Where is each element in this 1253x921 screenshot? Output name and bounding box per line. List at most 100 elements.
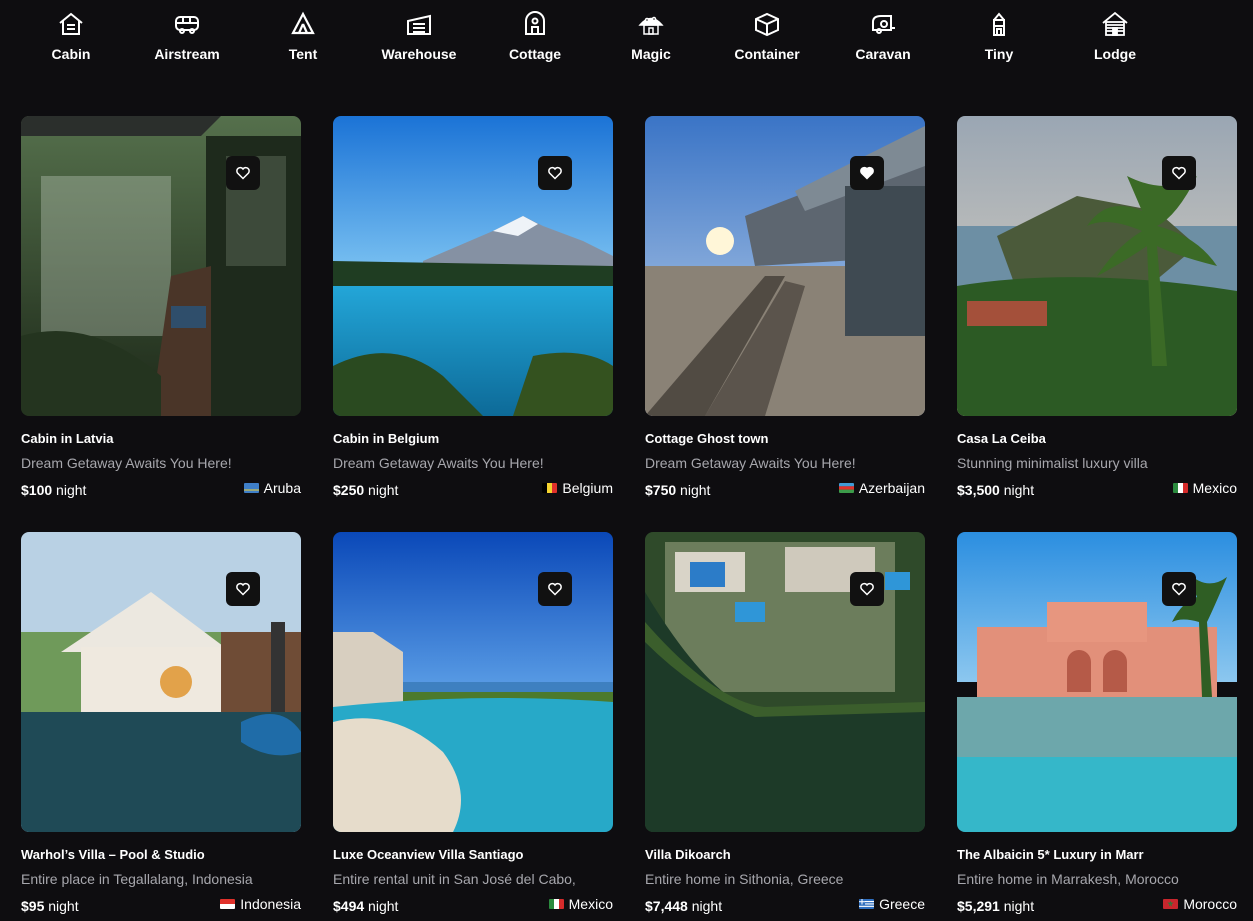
tent-icon	[287, 8, 319, 40]
category-label: Tent	[288, 46, 318, 62]
price-unit: night	[691, 898, 723, 914]
listing-subtitle: Entire place in Tegallalang, Indonesia	[21, 871, 253, 887]
favorite-button[interactable]	[850, 572, 884, 606]
price-unit: night	[368, 898, 399, 914]
country-name: Greece	[879, 896, 925, 912]
listing-price: $494 night	[333, 898, 398, 914]
listing-photo[interactable]	[957, 116, 1237, 416]
mexico-flag-icon	[548, 899, 564, 909]
listing-title[interactable]: Cottage Ghost town	[645, 431, 925, 446]
container-icon	[751, 8, 783, 40]
listing-price: $95 night	[21, 898, 79, 914]
cottage-icon	[519, 8, 551, 40]
listing-price: $250 night	[333, 482, 398, 498]
favorite-button[interactable]	[538, 156, 572, 190]
listing-photo[interactable]	[21, 532, 301, 832]
heart-filled-icon	[859, 165, 875, 181]
listing-photo[interactable]	[21, 116, 301, 416]
country-name: Morocco	[1183, 896, 1237, 912]
mexico-flag-icon	[1172, 483, 1188, 493]
listing-country: Aruba	[243, 480, 301, 496]
listing-price: $100 night	[21, 482, 86, 498]
category-cabin[interactable]: Cabin	[21, 8, 121, 68]
listing-country: Mexico	[548, 896, 613, 912]
favorite-button[interactable]	[1162, 572, 1196, 606]
category-label: Warehouse	[381, 46, 457, 62]
cabin-icon	[55, 8, 87, 40]
country-name: Azerbaijan	[858, 480, 925, 496]
listing-title[interactable]: The Albaicin 5* Luxury in Marr	[957, 847, 1237, 862]
country-name: Mexico	[568, 896, 613, 912]
listing-subtitle: Entire home in Marrakesh, Morocco	[957, 871, 1179, 887]
listing-card[interactable]: Cottage Ghost town Dream Getaway Awaits …	[645, 116, 925, 498]
price-unit: night	[56, 482, 87, 498]
listing-card[interactable]: Warhol’s Villa – Pool & Studio Entire pl…	[21, 532, 301, 914]
lodge-icon	[1099, 8, 1131, 40]
warehouse-icon	[403, 8, 435, 40]
price-value: $750	[645, 482, 677, 498]
heart-outline-icon	[235, 581, 251, 597]
favorite-button[interactable]	[538, 572, 572, 606]
listing-price: $750 night	[645, 482, 710, 498]
listing-country: Mexico	[1172, 480, 1237, 496]
listing-title[interactable]: Villa Dikoarch	[645, 847, 925, 862]
listing-card[interactable]: Luxe Oceanview Villa Santiago Entire ren…	[333, 532, 613, 914]
favorite-button[interactable]	[226, 156, 260, 190]
country-name: Aruba	[263, 480, 301, 496]
indonesia-flag-icon	[220, 899, 236, 909]
listing-title[interactable]: Casa La Ceiba	[957, 431, 1237, 446]
listing-title[interactable]: Luxe Oceanview Villa Santiago	[333, 847, 613, 862]
listing-card[interactable]: The Albaicin 5* Luxury in Marr Entire ho…	[957, 532, 1237, 914]
listing-title[interactable]: Cabin in Latvia	[21, 431, 301, 446]
listing-card[interactable]: Cabin in Latvia Dream Getaway Awaits You…	[21, 116, 301, 498]
listing-photo[interactable]	[645, 116, 925, 416]
heart-outline-icon	[547, 581, 563, 597]
favorite-button[interactable]	[226, 572, 260, 606]
heart-outline-icon	[859, 581, 875, 597]
listing-title[interactable]: Warhol’s Villa – Pool & Studio	[21, 847, 301, 862]
favorite-button[interactable]	[1162, 156, 1196, 190]
listing-country: Azerbaijan	[838, 480, 925, 496]
magic-icon	[635, 8, 667, 40]
favorite-button[interactable]	[850, 156, 884, 190]
category-tent[interactable]: Tent	[253, 8, 353, 68]
listing-photo[interactable]	[333, 116, 613, 416]
price-value: $3,500	[957, 482, 1000, 498]
greece-flag-icon	[859, 899, 875, 909]
price-value: $250	[333, 482, 365, 498]
category-magic[interactable]: Magic	[601, 8, 701, 68]
heart-outline-icon	[1171, 165, 1187, 181]
listing-photo[interactable]	[333, 532, 613, 832]
listing-price: $7,448 night	[645, 898, 722, 914]
listing-title[interactable]: Cabin in Belgium	[333, 431, 613, 446]
listing-card[interactable]: Casa La Ceiba Stunning minimalist luxury…	[957, 116, 1237, 498]
listing-price: $5,291 night	[957, 898, 1034, 914]
price-value: $494	[333, 898, 365, 914]
country-name: Mexico	[1192, 480, 1237, 496]
tiny-icon	[983, 8, 1015, 40]
belgium-flag-icon	[542, 483, 558, 493]
category-lodge[interactable]: Lodge	[1065, 8, 1165, 68]
category-caravan[interactable]: Caravan	[833, 8, 933, 68]
listing-subtitle: Entire home in Sithonia, Greece	[645, 871, 844, 887]
listing-subtitle: Stunning minimalist luxury villa	[957, 455, 1148, 471]
price-value: $95	[21, 898, 45, 914]
category-warehouse[interactable]: Warehouse	[369, 8, 469, 68]
price-unit: night	[1003, 482, 1035, 498]
category-label: Lodge	[1094, 46, 1136, 62]
category-cottage[interactable]: Cottage	[485, 8, 585, 68]
listing-subtitle: Dream Getaway Awaits You Here!	[21, 455, 232, 471]
category-tiny[interactable]: Tiny	[949, 8, 1049, 68]
category-airstream[interactable]: Airstream	[137, 8, 237, 68]
category-label: Caravan	[855, 46, 911, 62]
listing-subtitle: Entire rental unit in San José del Cabo,	[333, 871, 576, 887]
listing-card[interactable]: Villa Dikoarch Entire home in Sithonia, …	[645, 532, 925, 914]
listing-photo[interactable]	[957, 532, 1237, 832]
category-label: Cabin	[51, 46, 91, 62]
category-container[interactable]: Container	[717, 8, 817, 68]
price-value: $7,448	[645, 898, 688, 914]
price-unit: night	[368, 482, 399, 498]
listing-photo[interactable]	[645, 532, 925, 832]
listing-card[interactable]: Cabin in Belgium Dream Getaway Awaits Yo…	[333, 116, 613, 498]
airstream-icon	[171, 8, 203, 40]
